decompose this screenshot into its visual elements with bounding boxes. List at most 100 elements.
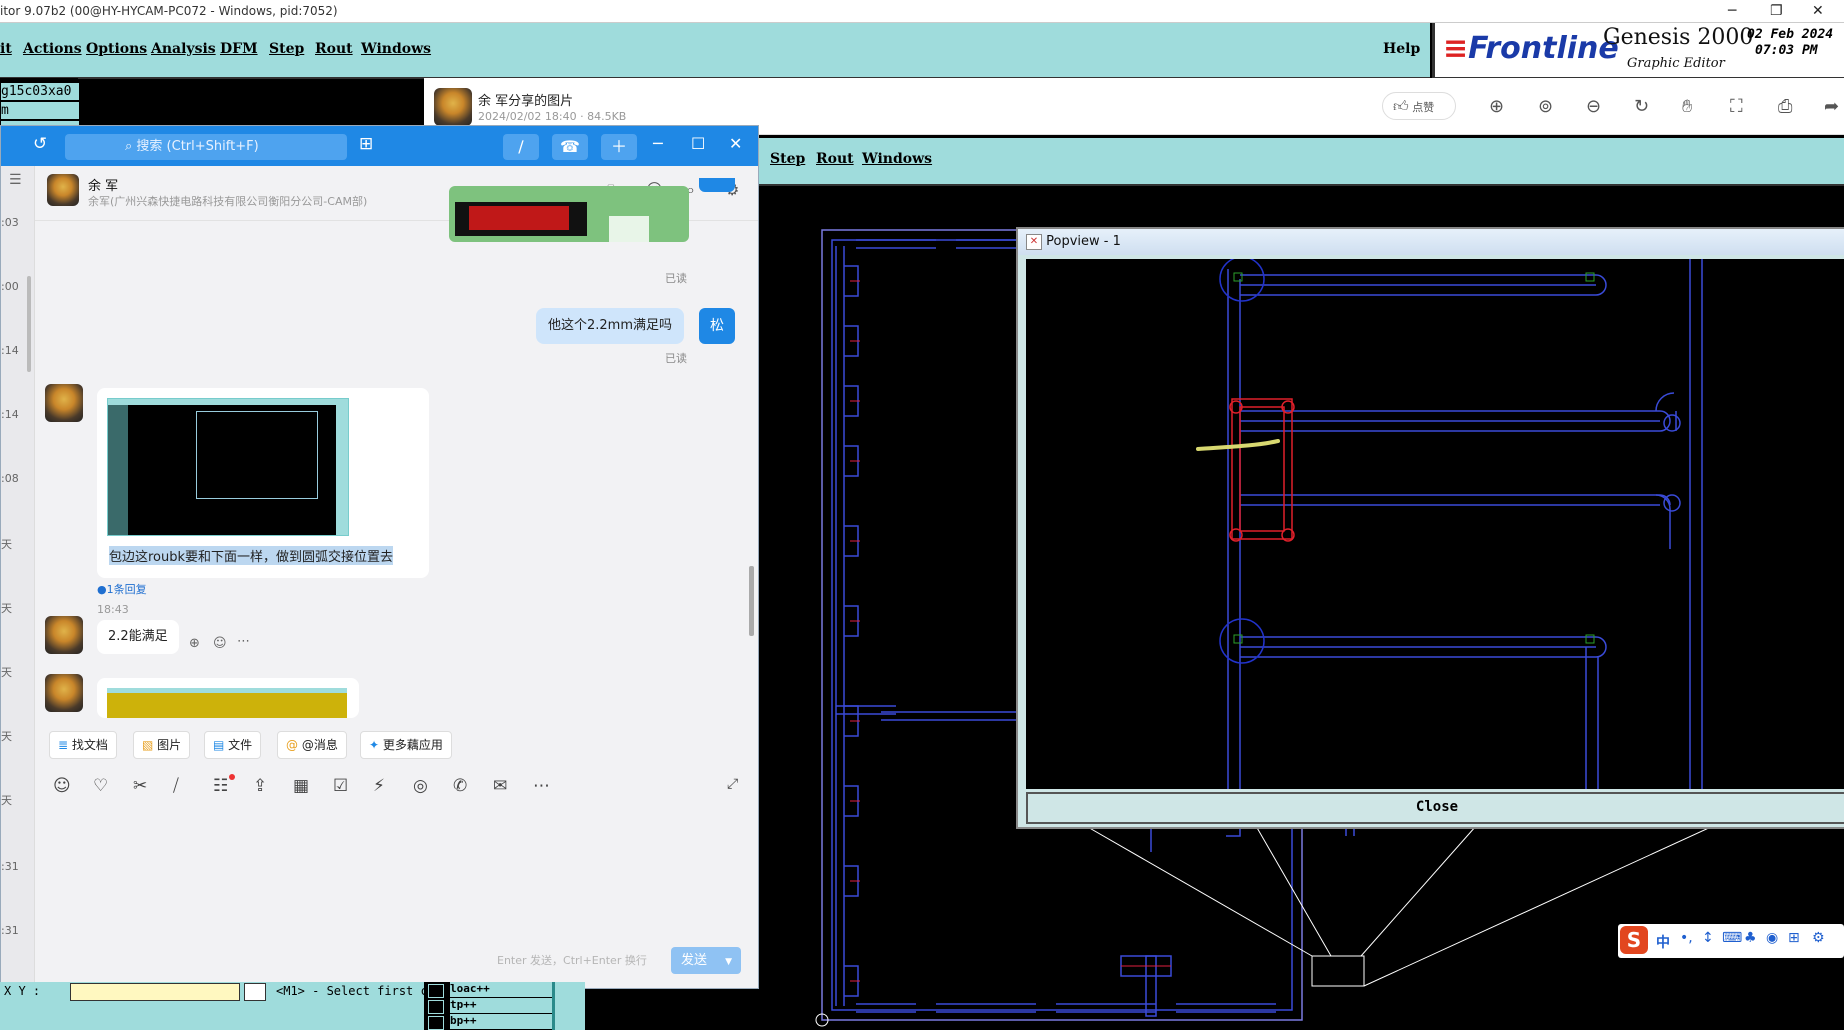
- contact-avatar[interactable]: [47, 174, 79, 206]
- conv-time: :00: [1, 280, 19, 293]
- sogou-logo-icon[interactable]: S: [1620, 926, 1648, 954]
- menu-icon[interactable]: ☰: [9, 172, 22, 188]
- game-icon[interactable]: ◉: [1766, 930, 1778, 946]
- nested-menu-step: Step: [770, 151, 806, 167]
- lightning-icon[interactable]: ⚡︎: [373, 776, 385, 796]
- quick-reply-icon[interactable]: ⊕: [189, 636, 200, 651]
- microphone-icon[interactable]: ↕: [1702, 930, 1714, 946]
- conv-time: 天: [1, 730, 12, 743]
- conv-scrollbar[interactable]: [27, 276, 31, 372]
- frontline-logo: ≡Frontline: [1443, 31, 1619, 66]
- slash-command-icon[interactable]: ⧸: [173, 776, 179, 796]
- crop-icon[interactable]: ⛶: [1730, 96, 1743, 117]
- file-button[interactable]: ▤ 文件: [204, 731, 262, 759]
- thumbs-up-icon[interactable]: ♡: [93, 776, 108, 796]
- mindmap-icon[interactable]: ◎: [413, 776, 428, 796]
- my-avatar[interactable]: 松: [699, 308, 735, 344]
- find-doc-button[interactable]: ≣ 找文档: [49, 731, 117, 759]
- ime-settings-icon[interactable]: ⚙: [1812, 930, 1825, 946]
- hand-icon[interactable]: ✋︎: [1682, 96, 1692, 117]
- conv-time: 天: [1, 538, 12, 551]
- messages-scrollbar[interactable]: [749, 566, 754, 636]
- popview-app-icon: ✕: [1026, 233, 1042, 250]
- calendar-icon[interactable]: ▦: [293, 776, 309, 796]
- menu-item-edit[interactable]: it: [0, 41, 12, 57]
- chat-close-icon[interactable]: ✕: [729, 134, 742, 153]
- apps-grid-icon[interactable]: ⊞: [359, 134, 373, 154]
- sent-image-thumbnail[interactable]: [449, 186, 689, 242]
- skin-shirt-icon[interactable]: ♣: [1744, 930, 1757, 946]
- layer-checkbox[interactable]: [428, 1000, 444, 1014]
- add-button[interactable]: ＋: [601, 134, 637, 160]
- minimize-button[interactable]: ─: [1728, 0, 1736, 22]
- magic-wand-button[interactable]: ∕: [503, 134, 539, 160]
- layer-scroll-strip: [552, 982, 585, 1030]
- their-image-message[interactable]: 包边这roubk要和下面一样，做到圆弧交接位置去: [97, 388, 429, 578]
- zoom-out-icon[interactable]: ⊖: [1586, 96, 1601, 117]
- scissors-icon[interactable]: ✂: [133, 776, 147, 796]
- document-icon: ≣: [58, 738, 69, 752]
- close-window-button[interactable]: ✕: [1812, 0, 1824, 22]
- job-name-field[interactable]: g15c03xa0: [0, 82, 80, 101]
- toolbox-icon[interactable]: ⊞: [1788, 930, 1800, 946]
- menu-item-windows[interactable]: Windows: [361, 41, 431, 57]
- note-icon[interactable]: ☷: [213, 776, 228, 796]
- restore-button[interactable]: ❐: [1770, 0, 1783, 22]
- contact-avatar[interactable]: [45, 674, 83, 712]
- chat-search-input[interactable]: ⌕ 搜索 (Ctrl+Shift+F): [65, 134, 347, 160]
- menu-item-options[interactable]: Options: [86, 41, 147, 57]
- more-tools-icon[interactable]: ⋯: [533, 776, 550, 796]
- step-name-field[interactable]: m: [0, 101, 80, 120]
- chevron-down-icon[interactable]: ▼: [725, 957, 732, 967]
- menu-item-actions[interactable]: Actions: [23, 41, 82, 57]
- ime-mode[interactable]: 中: [1656, 932, 1670, 952]
- call-button[interactable]: ☎: [552, 134, 588, 160]
- print-icon[interactable]: ⎙: [1778, 96, 1792, 117]
- my-message-bubble[interactable]: 他这个2.2mm满足吗: [536, 308, 685, 344]
- genesis-time: 07:03 PM: [1755, 43, 1818, 58]
- history-icon[interactable]: ↺: [33, 134, 47, 154]
- genesis-coordinate-bar: X Y : <M1> - Select first c: [0, 982, 428, 1002]
- like-button[interactable]: 👍︎ 点赞: [1382, 92, 1456, 120]
- nested-genesis-menubar: Step Rout Windows: [756, 138, 1844, 186]
- xy-input[interactable]: [70, 983, 240, 1001]
- emoji-icon[interactable]: ☺: [53, 776, 71, 796]
- more-apps-button[interactable]: ✦ 更多藕应用: [360, 731, 452, 759]
- upload-icon[interactable]: ⇪: [253, 776, 267, 796]
- menu-item-analysis[interactable]: Analysis: [151, 41, 216, 57]
- image-button[interactable]: ▧ 图片: [133, 731, 191, 759]
- more-options-icon[interactable]: ⋯: [237, 634, 250, 649]
- phone-icon[interactable]: ✆: [453, 776, 467, 796]
- their-image-thumbnail[interactable]: [107, 398, 349, 536]
- contact-avatar[interactable]: [45, 384, 83, 422]
- chat-minimize-icon[interactable]: ─: [653, 134, 663, 153]
- send-button[interactable]: 发送 ▼: [671, 947, 741, 974]
- menu-item-help[interactable]: Help: [1383, 41, 1420, 57]
- their-image-thumbnail[interactable]: [107, 688, 347, 718]
- share-icon[interactable]: ➦: [1824, 96, 1839, 117]
- punctuation-icon[interactable]: •,: [1680, 930, 1693, 946]
- chat-maximize-icon[interactable]: ☐: [691, 134, 705, 153]
- mention-button[interactable]: @ @消息: [277, 731, 347, 759]
- emoji-reaction-icon[interactable]: ☺: [213, 636, 227, 651]
- layer-checkbox[interactable]: [428, 984, 444, 998]
- xy-toggle[interactable]: [244, 983, 266, 1001]
- their-message-bubble[interactable]: 2.2能满足: [97, 620, 179, 654]
- layer-checkbox[interactable]: [428, 1016, 444, 1030]
- contact-avatar[interactable]: [45, 616, 83, 654]
- mail-icon[interactable]: ✉: [493, 776, 507, 796]
- menu-item-step[interactable]: Step: [269, 41, 304, 57]
- zoom-in-icon[interactable]: ⊕: [1489, 96, 1504, 117]
- expand-editor-icon[interactable]: ⤢: [727, 776, 738, 792]
- menu-item-dfm[interactable]: DFM: [220, 41, 258, 57]
- reply-thread-link[interactable]: ●1条回复: [97, 581, 147, 597]
- popview-close-button[interactable]: Close: [1026, 792, 1844, 824]
- actual-size-icon[interactable]: ⊚: [1538, 96, 1553, 117]
- genesis-titlebar: itor 9.07b2 (00@HY-HYCAM-PC072 - Windows…: [0, 0, 1844, 23]
- menu-item-rout[interactable]: Rout: [315, 41, 353, 57]
- rotate-icon[interactable]: ↻: [1634, 96, 1649, 117]
- message-input-area[interactable]: [35, 806, 755, 936]
- their-image-message[interactable]: [97, 678, 359, 718]
- task-check-icon[interactable]: ☑: [333, 776, 348, 796]
- keyboard-icon[interactable]: ⌨: [1722, 930, 1742, 946]
